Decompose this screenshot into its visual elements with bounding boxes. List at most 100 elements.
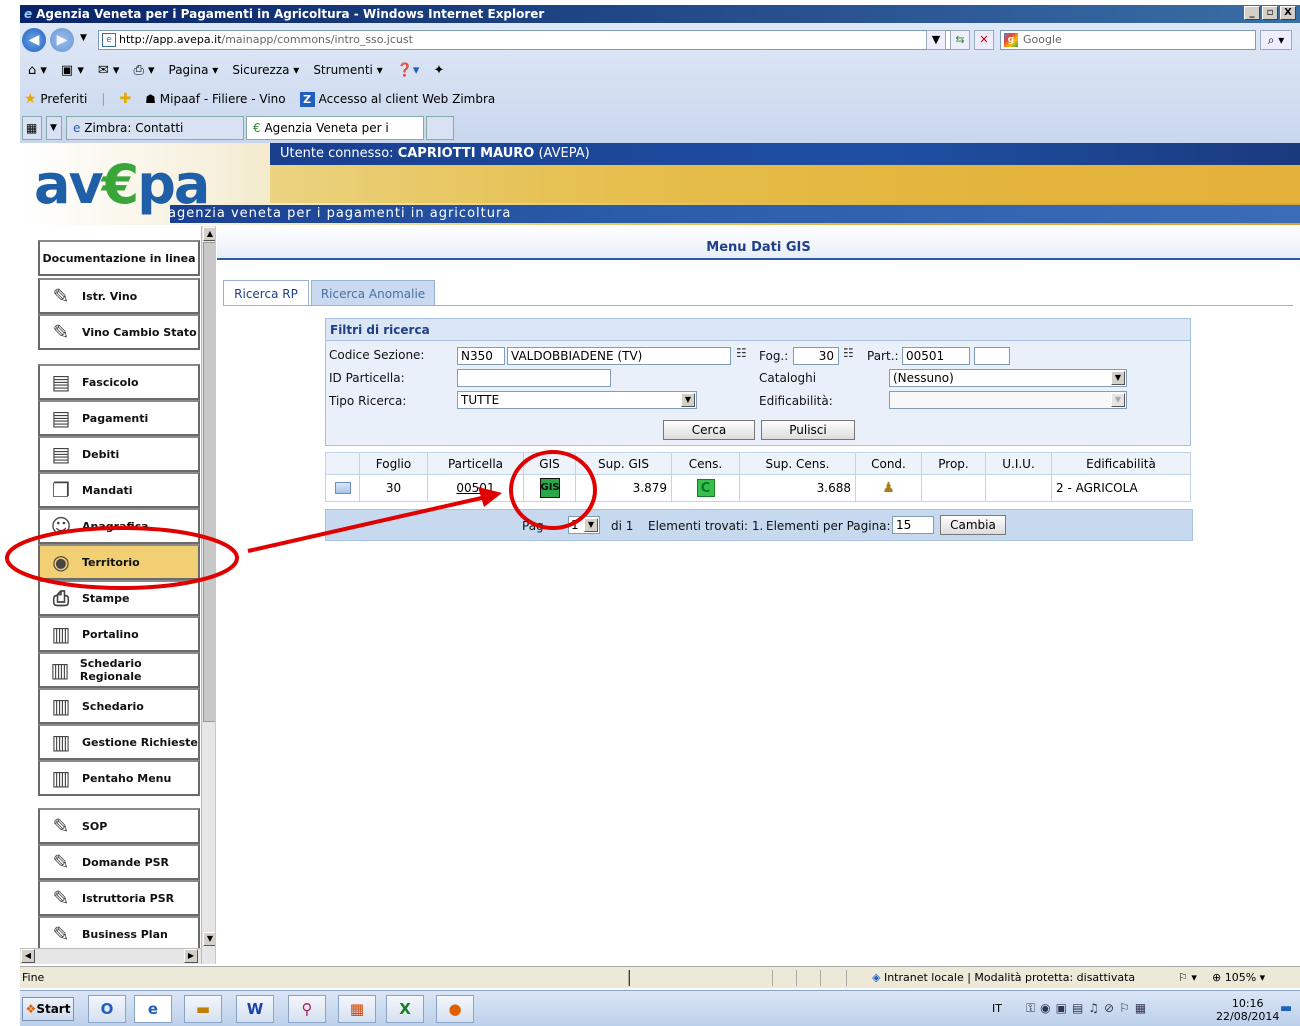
- home-icon[interactable]: ⌂ ▾: [28, 63, 47, 78]
- refresh-icon[interactable]: ⇆: [950, 30, 970, 50]
- protected-mode-icon[interactable]: ⚐ ▾: [1178, 967, 1197, 989]
- sidebar-item-fascicolo[interactable]: ▤ Fascicolo: [38, 364, 200, 400]
- dropdown-arrow-icon[interactable]: ▼: [681, 393, 695, 407]
- mail-icon[interactable]: ✉ ▾: [98, 63, 120, 78]
- sidebar-item-mandati[interactable]: ❐ Mandati: [38, 472, 200, 508]
- scroll-thumb[interactable]: [203, 242, 215, 722]
- firefox-icon[interactable]: ●: [436, 995, 474, 1023]
- sidebar-item-business-plan[interactable]: ✎ Business Plan: [38, 916, 200, 952]
- favorites-button[interactable]: ★ Preferiti: [24, 91, 87, 107]
- sidebar-item-documentazione[interactable]: Documentazione in linea: [38, 240, 200, 276]
- back-icon[interactable]: ◀: [22, 28, 46, 52]
- sidebar-item-sop[interactable]: ✎ SOP: [38, 808, 200, 844]
- forward-icon[interactable]: ▶: [50, 28, 74, 52]
- menu-sicurezza[interactable]: Sicurezza ▾: [232, 63, 299, 77]
- pulisci-button[interactable]: Pulisci: [761, 420, 855, 440]
- search-input[interactable]: g Google: [1000, 30, 1256, 50]
- file-explorer-icon[interactable]: ▬: [184, 995, 222, 1023]
- sidebar-item-domande-psr[interactable]: ✎ Domande PSR: [38, 844, 200, 880]
- sidebar-item-pagamenti[interactable]: ▤ Pagamenti: [38, 400, 200, 436]
- favorite-link-zimbra[interactable]: Z Accesso al client Web Zimbra: [299, 91, 495, 107]
- outlook-icon[interactable]: O: [88, 995, 126, 1023]
- cerca-button[interactable]: Cerca: [663, 420, 755, 440]
- new-tab-button[interactable]: [426, 116, 454, 140]
- sidebar-item-anagrafica[interactable]: ☺ Anagrafica: [38, 508, 200, 544]
- id-particella-field[interactable]: [457, 369, 611, 387]
- history-dropdown-icon[interactable]: ▼: [80, 33, 87, 43]
- sidebar-item-territorio[interactable]: ◉ Territorio: [38, 544, 200, 580]
- minimize-button[interactable]: _: [1244, 6, 1260, 20]
- address-dropdown-icon[interactable]: ▼: [926, 30, 946, 50]
- codice-name-field[interactable]: VALDOBBIADENE (TV): [507, 347, 731, 365]
- binoculars-icon[interactable]: ☷: [736, 346, 747, 360]
- sidebar-item-debiti[interactable]: ▤ Debiti: [38, 436, 200, 472]
- clock[interactable]: 10:16 22/08/2014: [1216, 997, 1279, 1023]
- tab-zimbra[interactable]: e Zimbra: Contatti: [66, 116, 244, 140]
- fog-field[interactable]: 30: [793, 347, 839, 365]
- tab-ricerca-rp[interactable]: Ricerca RP: [223, 280, 309, 306]
- scroll-right-icon[interactable]: ▶: [184, 949, 198, 963]
- page-select[interactable]: 1 ▼: [568, 516, 600, 534]
- sidebar-item-stampe[interactable]: ⎙ Stampe: [38, 580, 200, 616]
- show-desktop-icon[interactable]: ▬: [1280, 1001, 1292, 1016]
- dropdown-arrow-icon[interactable]: ▼: [584, 518, 598, 532]
- research-icon[interactable]: ✦: [433, 63, 444, 78]
- codice-code-field[interactable]: N350: [457, 347, 505, 365]
- tab-ricerca-anomalie[interactable]: Ricerca Anomalie: [311, 280, 435, 306]
- sidebar-item-istr-vino[interactable]: ✎ Istr. Vino: [38, 278, 200, 314]
- search-icon[interactable]: ⌕ ▾: [1260, 30, 1292, 50]
- binoculars-icon[interactable]: ☷: [843, 346, 854, 360]
- sidebar-hscrollbar[interactable]: ◀ ▶: [20, 948, 201, 964]
- sidebar-item-portalino[interactable]: ▥ Portalino: [38, 616, 200, 652]
- dropdown-arrow-icon[interactable]: ▼: [1111, 371, 1125, 385]
- cataloghi-select[interactable]: (Nessuno) ▼: [889, 369, 1127, 387]
- tipo-ricerca-select[interactable]: TUTTE ▼: [457, 391, 697, 409]
- zoom-control[interactable]: ⊕ 105% ▾: [1212, 967, 1265, 989]
- particella-link[interactable]: 00501: [456, 481, 494, 495]
- menu-pagina[interactable]: Pagina ▾: [169, 63, 219, 77]
- person-icon[interactable]: ♟: [882, 480, 895, 496]
- sidebar-item-istruttoria-psr[interactable]: ✎ Istruttoria PSR: [38, 880, 200, 916]
- cens-icon[interactable]: C: [696, 479, 715, 497]
- sidebar-item-schedario-regionale[interactable]: ▥ Schedario Regionale: [38, 652, 200, 688]
- stop-icon[interactable]: ✕: [974, 30, 994, 50]
- cambia-button[interactable]: Cambia: [940, 515, 1006, 535]
- part-extra-field[interactable]: [974, 347, 1010, 365]
- word-icon[interactable]: W: [236, 995, 274, 1023]
- quick-tabs-icon[interactable]: ▦: [22, 116, 42, 140]
- per-page-field[interactable]: 15: [892, 516, 934, 534]
- sidebar-item-schedario[interactable]: ▥ Schedario: [38, 688, 200, 724]
- tool-icon[interactable]: ⚲: [288, 995, 326, 1023]
- outlook-calendar-icon[interactable]: ▦: [338, 995, 376, 1023]
- select-row-icon[interactable]: [334, 482, 351, 494]
- scroll-down-icon[interactable]: ▼: [203, 932, 215, 946]
- start-button[interactable]: ❖Start: [22, 997, 74, 1021]
- address-bar[interactable]: e http://app.avepa.it/mainapp/commons/in…: [98, 30, 964, 50]
- tab-list-icon[interactable]: ▼: [46, 116, 62, 140]
- gis-icon[interactable]: GIS: [539, 478, 560, 498]
- maximize-button[interactable]: ▫: [1262, 6, 1278, 20]
- help-icon[interactable]: ❓▾: [397, 63, 420, 78]
- tray-icons[interactable]: ⚿◉▣▤♫⊘⚐▦: [1026, 1001, 1151, 1016]
- sidebar-item-vino-cambio-stato[interactable]: ✎ Vino Cambio Stato: [38, 314, 200, 350]
- scroll-up-icon[interactable]: ▲: [203, 227, 215, 241]
- feeds-icon[interactable]: ▣ ▾: [61, 63, 84, 78]
- sidebar-item-pentaho-menu[interactable]: ▥ Pentaho Menu: [38, 760, 200, 796]
- print-icon[interactable]: ⎙ ▾: [133, 63, 154, 78]
- dropdown-arrow-icon[interactable]: ▼: [1111, 393, 1125, 407]
- excel-icon[interactable]: X: [386, 995, 424, 1023]
- security-zone[interactable]: ◈ Intranet locale | Modalità protetta: d…: [872, 967, 1135, 989]
- favorite-link-mipaaf[interactable]: ☗ Mipaaf - Filiere - Vino: [145, 92, 285, 106]
- edificabilita-select[interactable]: ▼: [889, 391, 1127, 409]
- internet-explorer-icon[interactable]: e: [134, 995, 172, 1023]
- close-button[interactable]: X: [1280, 6, 1296, 20]
- part-field[interactable]: 00501: [902, 347, 970, 365]
- language-indicator[interactable]: IT: [992, 1002, 1002, 1015]
- sidebar-item-gestione-richieste[interactable]: ▥ Gestione Richieste: [38, 724, 200, 760]
- google-icon: g: [1004, 33, 1018, 47]
- sidebar-scrollbar[interactable]: ▲ ▼: [201, 226, 215, 964]
- tab-avepa[interactable]: € Agenzia Veneta per i Pag...✕: [246, 116, 424, 157]
- add-favorite-icon[interactable]: ✚: [119, 91, 131, 107]
- scroll-left-icon[interactable]: ◀: [21, 949, 35, 963]
- menu-strumenti[interactable]: Strumenti ▾: [313, 63, 382, 77]
